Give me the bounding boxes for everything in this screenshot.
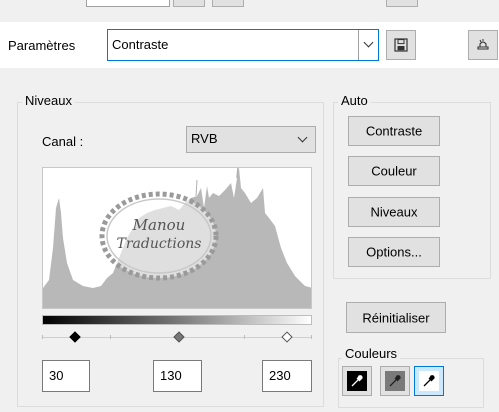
- gray-eyedropper-swatch: [385, 371, 405, 391]
- white-eyedropper-icon: [423, 375, 435, 387]
- top-partial-field[interactable]: [86, 0, 170, 7]
- top-toolbar-strip: [0, 0, 499, 22]
- black-point-eyedropper-button[interactable]: [342, 366, 372, 396]
- presets-dropdown-arrow[interactable]: [358, 30, 378, 60]
- white-point-input[interactable]: 230: [262, 360, 312, 392]
- output-gradient-bar: [42, 315, 312, 325]
- reset-button[interactable]: Réinitialiser: [346, 302, 446, 333]
- chevron-down-icon: [363, 37, 374, 48]
- presets-label: Paramètres: [8, 38, 76, 53]
- histogram-spike: [236, 168, 239, 179]
- gamma-value: 130: [160, 368, 182, 383]
- top-partial-button-3[interactable]: [386, 0, 418, 7]
- auto-options-button[interactable]: Options...: [348, 237, 440, 267]
- auto-color-label: Couleur: [371, 163, 417, 179]
- channel-label: Canal :: [42, 134, 84, 149]
- presets-dropdown[interactable]: Contraste: [107, 29, 379, 61]
- white-point-value: 230: [269, 368, 291, 383]
- auto-color-button[interactable]: Couleur: [348, 156, 440, 186]
- black-eyedropper-swatch: [347, 371, 367, 391]
- adjust-icon: [477, 39, 489, 50]
- watermark-line1: Manou: [132, 216, 186, 234]
- slider-tick: [244, 335, 245, 339]
- black-point-input[interactable]: 30: [42, 360, 90, 392]
- black-eyedropper-icon: [351, 375, 363, 387]
- chevron-down-icon: [297, 132, 308, 143]
- auto-levels-label: Niveaux: [370, 204, 418, 220]
- watermark-logo: Manou Traductions: [98, 190, 220, 282]
- auto-options-label: Options...: [366, 244, 422, 260]
- save-icon: [394, 38, 408, 52]
- white-eyedropper-swatch: [419, 371, 439, 391]
- presets-value: Contraste: [112, 37, 169, 52]
- auto-contrast-label: Contraste: [365, 123, 423, 139]
- slider-tick: [110, 335, 111, 339]
- white-point-eyedropper-button[interactable]: [414, 366, 444, 396]
- black-point-value: 30: [49, 368, 64, 383]
- gray-point-eyedropper-button[interactable]: [380, 366, 410, 396]
- colors-group-title: Couleurs: [342, 346, 401, 361]
- top-partial-button-1[interactable]: [173, 0, 205, 7]
- auto-group-title: Auto: [338, 93, 371, 108]
- levels-group-title: Niveaux: [22, 93, 75, 108]
- auto-contrast-button[interactable]: Contraste: [348, 116, 440, 146]
- gamma-input[interactable]: 130: [153, 360, 202, 392]
- channel-dropdown[interactable]: RVB: [186, 126, 316, 153]
- top-partial-button-2[interactable]: [212, 0, 244, 7]
- slider-tick: [311, 335, 312, 339]
- slider-tick: [42, 335, 43, 339]
- watermark-line2: Traductions: [116, 236, 202, 252]
- channel-value: RVB: [191, 131, 218, 146]
- reset-label: Réinitialiser: [362, 310, 430, 325]
- save-preset-button[interactable]: [386, 30, 416, 60]
- adjust-button[interactable]: [468, 30, 498, 60]
- gray-eyedropper-icon: [389, 375, 401, 387]
- auto-levels-button[interactable]: Niveaux: [348, 197, 440, 227]
